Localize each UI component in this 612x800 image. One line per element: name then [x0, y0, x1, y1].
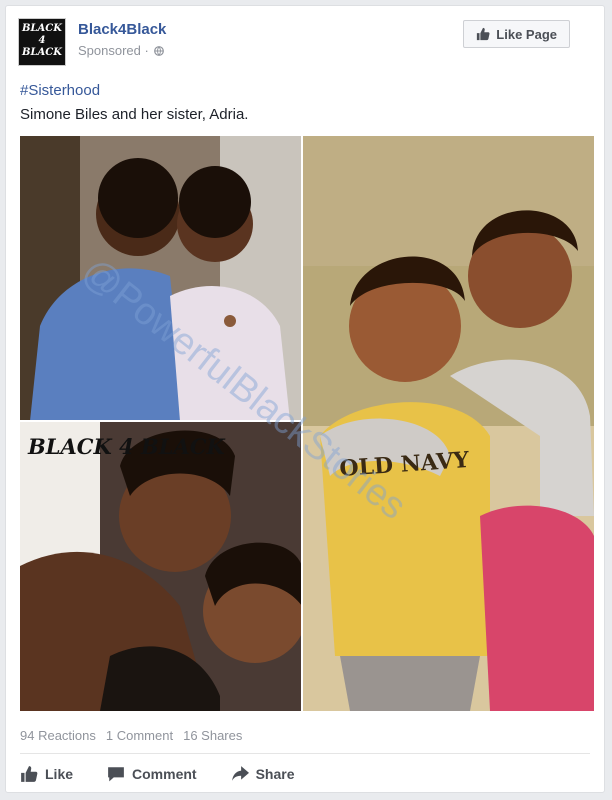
comments-count[interactable]: 1 Comment	[106, 728, 173, 743]
reactions-count[interactable]: 94 Reactions	[20, 728, 96, 743]
comment-icon	[108, 767, 124, 782]
post-caption: Simone Biles and her sister, Adria.	[20, 106, 249, 123]
like-button[interactable]: Like	[20, 762, 73, 786]
overlay-logo-text: BLACK 4 BLACK	[27, 434, 226, 459]
page-avatar[interactable]: BLACK 4 BLACK	[18, 18, 66, 66]
like-page-button[interactable]: Like Page	[463, 20, 570, 48]
thumbs-up-icon	[21, 766, 38, 782]
share-button[interactable]: Share	[231, 762, 295, 786]
hashtag-link[interactable]: #Sisterhood	[20, 82, 100, 99]
post-header: BLACK 4 BLACK Black4Black Sponsored · Li…	[18, 18, 592, 70]
avatar-logo-text: BLACK 4 BLACK	[22, 23, 62, 58]
post-meta: Sponsored ·	[78, 43, 165, 58]
photo-collage: BLACK 4 BLACK OLD NAVY @PowerfulBlackSto…	[20, 136, 594, 711]
thumbs-up-icon	[477, 27, 490, 41]
sponsored-post-card: BLACK 4 BLACK Black4Black Sponsored · Li…	[5, 5, 605, 793]
like-label: Like	[45, 766, 74, 782]
share-label: Share	[255, 766, 295, 782]
sponsored-label[interactable]: Sponsored ·	[78, 43, 149, 58]
shares-count[interactable]: 16 Shares	[183, 728, 242, 743]
comment-button[interactable]: Comment	[107, 762, 197, 786]
globe-icon	[154, 46, 165, 56]
photo-panel-right: OLD NAVY	[302, 136, 594, 711]
post-stats: 94 Reactions 1 Comment 16 Shares	[20, 728, 242, 743]
like-page-label: Like Page	[496, 26, 557, 42]
photo-panel-bottom-left: BLACK 4 BLACK	[20, 421, 307, 711]
post-photo[interactable]: BLACK 4 BLACK OLD NAVY @PowerfulBlackSto…	[20, 136, 594, 711]
actions-divider	[20, 753, 590, 754]
comment-label: Comment	[132, 766, 197, 782]
share-icon	[231, 766, 249, 781]
post-actions: Like Comment Share	[20, 762, 295, 786]
page-name-link[interactable]: Black4Black	[78, 21, 166, 38]
